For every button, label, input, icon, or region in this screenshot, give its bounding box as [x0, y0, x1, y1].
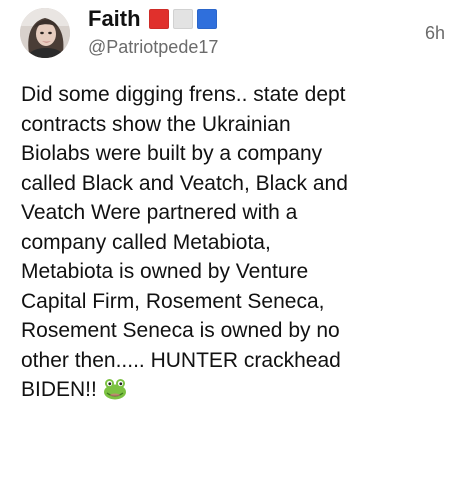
post-body-line: Veatch Were partnered with a [21, 201, 298, 224]
username[interactable]: @Patriotpede17 [88, 36, 218, 58]
red-square-icon [148, 9, 169, 29]
post-body-line: Biolabs were built by a company [21, 142, 323, 165]
post-body-line-text: BIDEN!! [21, 378, 97, 401]
display-name[interactable]: Faith [88, 6, 141, 32]
post-body-line: contracts show the Ukrainian [21, 112, 291, 136]
post-body-last-line: BIDEN!! [21, 375, 449, 405]
post-body-line: company called Metabiota, [21, 230, 271, 254]
post-body-line: other then..... HUNTER crackhead [21, 348, 341, 372]
post-body-line: Did some digging frens.. state dept [21, 83, 346, 106]
frog-face-icon [103, 379, 126, 400]
user-avatar-photo [20, 8, 70, 58]
post-body-line: Metabiota is owned by Venture [21, 260, 309, 283]
post-body-line: called Black and Veatch, Black and [21, 171, 348, 195]
post-body: Did some digging frens.. state dept cont… [21, 80, 449, 405]
blue-square-icon [196, 9, 217, 29]
post-body-line: Capital Firm, Rosement Seneca, [21, 289, 325, 313]
post-timestamp[interactable]: 6h [425, 22, 445, 44]
author-name-row: Faith [88, 6, 217, 32]
social-post: Faith @Patriotpede17 6h Did some digging… [0, 0, 465, 500]
white-square-icon [172, 9, 193, 29]
post-body-line: Rosement Seneca is owned by no [21, 319, 340, 342]
flag-squares-icon [148, 9, 217, 29]
avatar[interactable] [20, 8, 70, 58]
